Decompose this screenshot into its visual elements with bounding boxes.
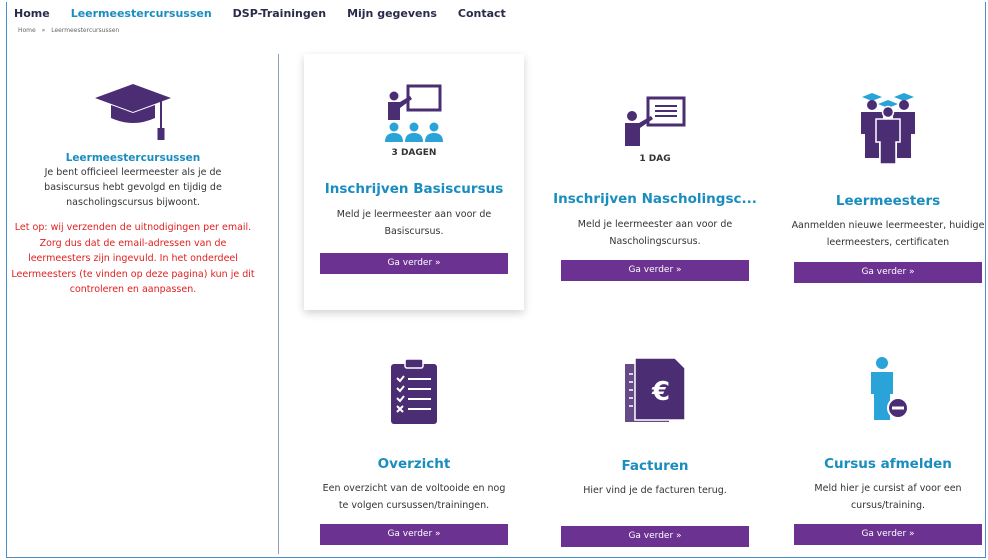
sidebar-title: Leermeestercursussen — [65, 152, 201, 164]
checklist-clipboard-icon — [391, 358, 437, 424]
card-days-label: 3 DAGEN — [391, 148, 437, 158]
card-title[interactable]: Leermeesters — [778, 193, 988, 209]
sidebar-description: Je bent officieel leermeester als je de … — [44, 167, 222, 208]
graduates-group-icon — [861, 93, 915, 165]
card-text: Meld je leermeester aan voor de Nascholi… — [577, 219, 733, 247]
breadcrumb: Home » Leermeestercursussen — [18, 27, 119, 34]
card-days-label: 1 DAG — [639, 154, 671, 164]
svg-text:€: € — [651, 377, 670, 407]
ga-verder-button[interactable]: Ga verder » — [561, 260, 749, 281]
classroom-teacher-icon — [385, 84, 443, 142]
card-inschrijven-basiscursus: 3 DAGEN Inschrijven Basiscursus Meld je … — [304, 54, 524, 310]
breadcrumb-current: Leermeestercursussen — [51, 27, 120, 34]
ga-verder-button[interactable]: Ga verder » — [561, 526, 749, 547]
ga-verder-button[interactable]: Ga verder » — [320, 253, 508, 274]
card-title[interactable]: Inschrijven Nascholingsc... — [545, 191, 765, 207]
person-remove-icon — [871, 357, 909, 420]
sidebar: Leermeestercursussen Je bent officieel l… — [8, 80, 258, 298]
nav-contact[interactable]: Contact — [458, 7, 506, 20]
ga-verder-button[interactable]: Ga verder » — [794, 262, 982, 283]
card-overzicht: Overzicht Een overzicht van de voltooide… — [304, 330, 524, 556]
card-text: Meld je leermeester aan voor de Basiscur… — [336, 209, 492, 237]
sidebar-warning: Let op: wij verzenden de uitnodigingen p… — [11, 222, 255, 295]
card-text: Hier vind je de facturen terug. — [583, 485, 727, 496]
ga-verder-button[interactable]: Ga verder » — [320, 524, 508, 545]
card-text: Meld hier je cursist af voor een cursus/… — [814, 483, 962, 511]
card-inschrijven-nascholingscursus: 1 DAG Inschrijven Nascholingsc... Meld j… — [545, 54, 765, 310]
card-leermeesters: Leermeesters Aanmelden nieuwe leermeeste… — [778, 54, 988, 310]
card-facturen: € Facturen Hier vind je de facturen teru… — [545, 330, 765, 556]
euro-invoice-icon: € — [625, 357, 686, 422]
breadcrumb-home[interactable]: Home — [18, 27, 36, 34]
nav-dsp-trainingen[interactable]: DSP-Trainingen — [233, 7, 326, 20]
card-text: Aanmelden nieuwe leermeester, huidige le… — [791, 220, 985, 248]
nav-home[interactable]: Home — [14, 7, 50, 20]
card-title[interactable]: Cursus afmelden — [778, 456, 988, 472]
top-nav: Home Leermeestercursussen DSP-Trainingen… — [14, 5, 527, 21]
nav-mijn-gegevens[interactable]: Mijn gegevens — [347, 7, 437, 20]
card-title[interactable]: Overzicht — [304, 456, 524, 472]
card-cursus-afmelden: Cursus afmelden Meld hier je cursist af … — [778, 330, 988, 556]
card-title[interactable]: Inschrijven Basiscursus — [304, 181, 524, 197]
card-title[interactable]: Facturen — [545, 458, 765, 474]
presentation-icon — [625, 96, 686, 146]
graduation-cap-icon — [95, 84, 171, 140]
nav-leermeestercursussen[interactable]: Leermeestercursussen — [71, 7, 212, 20]
ga-verder-button[interactable]: Ga verder » — [794, 524, 982, 545]
breadcrumb-separator: » — [41, 27, 46, 34]
column-divider — [278, 54, 279, 554]
card-text: Een overzicht van de voltooide en nog te… — [322, 483, 506, 511]
